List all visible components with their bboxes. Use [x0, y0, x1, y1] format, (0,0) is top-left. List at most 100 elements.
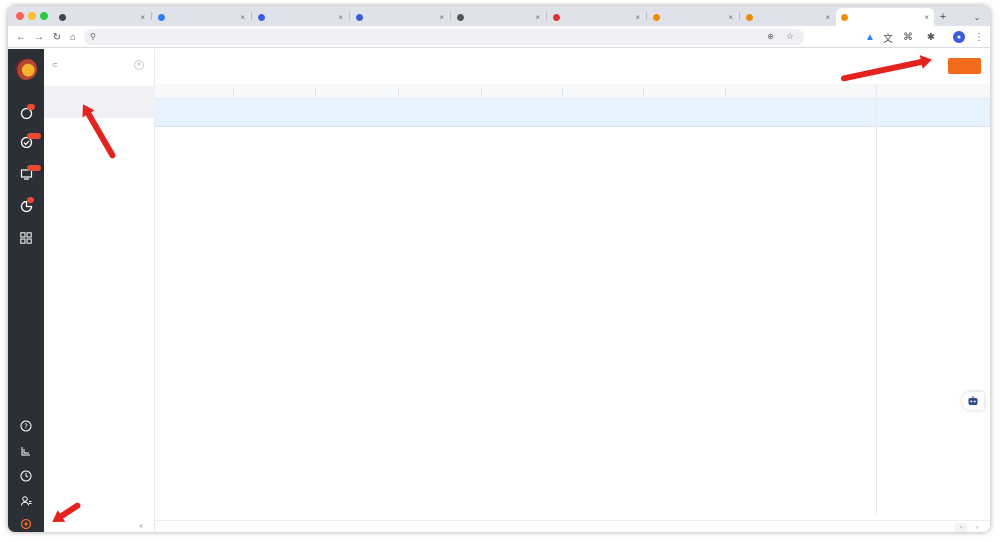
column-header[interactable] — [562, 84, 643, 98]
table-cell — [643, 99, 725, 126]
history-nav-item[interactable] — [8, 469, 44, 483]
table-row[interactable] — [155, 99, 990, 127]
grid-icon — [19, 231, 33, 245]
next-page-icon[interactable]: › — [971, 523, 983, 532]
stack-nav-item[interactable] — [8, 444, 44, 458]
nav-item[interactable] — [8, 197, 44, 221]
tab-favicon-icon — [158, 13, 165, 21]
column-header[interactable] — [155, 84, 233, 98]
maximize-window-button[interactable] — [40, 12, 48, 20]
translate-extension-icon[interactable]: 文 — [881, 30, 895, 45]
pagination: ‹ › — [155, 520, 990, 532]
column-header-actions — [876, 84, 990, 98]
home-icon[interactable]: ⌂ — [66, 30, 80, 44]
browser-tab[interactable]: × — [648, 8, 738, 26]
tab-list-dropdown-icon[interactable]: ⌄ — [970, 8, 984, 26]
svg-text:?: ? — [24, 423, 28, 431]
column-header[interactable] — [315, 84, 398, 98]
nav-item[interactable] — [8, 133, 44, 157]
back-icon[interactable]: ← — [14, 30, 28, 44]
tab-favicon-icon — [457, 13, 464, 21]
user-avatar[interactable] — [15, 58, 37, 80]
minimize-window-button[interactable] — [28, 12, 36, 20]
clock-icon — [19, 469, 33, 483]
drive-extension-icon[interactable]: ▲ — [863, 30, 877, 44]
tab-close-icon[interactable]: × — [635, 13, 640, 22]
table-cell — [315, 99, 398, 126]
table-cell-validity — [481, 99, 562, 126]
settings-nav-item[interactable] — [8, 517, 44, 531]
tab-close-icon[interactable]: × — [535, 13, 540, 22]
help-icon: ? — [19, 419, 33, 433]
check-circle-icon — [19, 133, 41, 149]
people-nav-item[interactable] — [8, 494, 44, 508]
forward-icon[interactable]: → — [32, 30, 46, 44]
tab-close-icon[interactable]: × — [338, 13, 343, 22]
table-cell — [233, 99, 315, 126]
collapse-panel-icon[interactable]: « — [139, 523, 143, 530]
stack-icon — [19, 444, 33, 458]
browser-tab[interactable]: × — [351, 8, 449, 26]
zoom-icon[interactable]: ⊕ — [767, 32, 774, 41]
tab-close-icon[interactable]: × — [140, 13, 145, 22]
assistant-widget[interactable] — [962, 392, 984, 410]
nav-item[interactable] — [8, 231, 44, 253]
tab-bar: × × × × × × × × × + ⌄ — [8, 6, 990, 26]
reload-icon[interactable]: ↻ — [50, 30, 64, 44]
table-cell — [155, 99, 233, 126]
tab-close-icon[interactable]: × — [439, 13, 444, 22]
monitor-icon — [19, 165, 41, 181]
tab-close-icon[interactable]: × — [825, 13, 830, 22]
nav-item[interactable] — [8, 104, 44, 128]
robot-icon — [968, 396, 978, 405]
prev-page-icon[interactable]: ‹ — [955, 523, 967, 532]
main-content: ‹ › — [155, 49, 990, 532]
help-nav-item[interactable]: ? — [8, 419, 44, 433]
browser-tab[interactable]: × — [153, 8, 250, 26]
browser-tab[interactable]: × — [741, 8, 835, 26]
app-area: ? ⊂ × « ‹ › — [8, 49, 990, 532]
left-nav-rail: ? — [8, 49, 44, 532]
bookmark-star-icon[interactable]: ☆ — [786, 31, 794, 42]
browser-tab[interactable]: × — [253, 8, 348, 26]
column-header[interactable] — [643, 84, 725, 98]
people-icon — [19, 494, 33, 508]
tab-close-icon[interactable]: × — [924, 13, 929, 22]
column-header[interactable] — [725, 84, 876, 98]
tab-favicon-icon — [746, 13, 753, 21]
site-info-icon[interactable]: ⚲ — [90, 32, 96, 41]
table-cell-status — [562, 99, 643, 126]
tab-favicon-icon — [59, 13, 66, 21]
browser-tab[interactable]: × — [452, 8, 545, 26]
address-bar[interactable]: ⚲ ⊕ ☆ — [84, 29, 804, 45]
browser-tab[interactable]: × — [548, 8, 645, 26]
table-header — [155, 84, 990, 99]
column-header[interactable] — [481, 84, 562, 98]
tab-favicon-icon — [653, 13, 660, 21]
extensions-puzzle-icon[interactable]: ✱ — [924, 30, 938, 44]
tab-close-icon[interactable]: × — [728, 13, 733, 22]
extension-icon[interactable]: ⌘ — [901, 30, 915, 44]
panel-search[interactable]: ⊂ × — [52, 58, 144, 72]
table-cell — [398, 99, 481, 126]
tab-close-icon[interactable]: × — [240, 13, 245, 22]
bubble-icon — [19, 104, 35, 120]
close-window-button[interactable] — [16, 12, 24, 20]
nav-item[interactable] — [8, 165, 44, 189]
search-input[interactable] — [61, 61, 122, 69]
secondary-panel: ⊂ × « — [44, 49, 155, 532]
tab-favicon-icon — [356, 13, 363, 21]
profile-avatar-icon[interactable]: ● — [953, 31, 965, 43]
browser-tab-active[interactable]: × — [836, 8, 934, 26]
browser-menu-icon[interactable]: ⋮ — [972, 30, 986, 44]
browser-tab[interactable]: × — [54, 8, 150, 26]
new-button[interactable] — [948, 58, 981, 74]
column-header[interactable] — [233, 84, 315, 98]
browser-window: × × × × × × × × × + ⌄ ← → ↻ ⌂ ⚲ ⊕ ☆ ▲ 文 … — [8, 6, 990, 532]
browser-toolbar: ← → ↻ ⌂ ⚲ ⊕ ☆ ▲ 文 ⌘ ✱ ● ⋮ — [8, 26, 990, 48]
column-header[interactable] — [398, 84, 481, 98]
new-tab-button[interactable]: + — [936, 8, 950, 26]
fixed-column-divider — [876, 84, 877, 514]
panel-item-selected[interactable] — [44, 86, 155, 118]
clear-search-icon[interactable]: × — [134, 60, 144, 70]
